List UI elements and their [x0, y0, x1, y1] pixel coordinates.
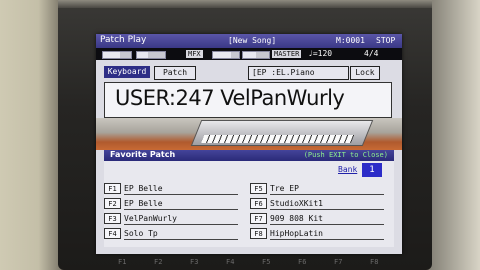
tab-patch[interactable]: Patch — [154, 66, 196, 80]
slot-name: Tre EP — [270, 183, 384, 195]
slot-key: F2 — [104, 198, 121, 209]
lcd-screen: Patch Play [New Song] M:0001 STOP MFX MA… — [96, 34, 402, 254]
level-meter-right — [136, 51, 166, 59]
lock-button[interactable]: Lock — [350, 66, 380, 80]
soft-key-f4[interactable]: F4 — [226, 258, 234, 266]
screen-title: Patch Play — [100, 35, 147, 45]
slot-key: F1 — [104, 183, 121, 194]
slot-name: StudioXKit1 — [270, 198, 384, 210]
patch-name-box[interactable]: USER:247 VelPanWurly — [104, 82, 392, 118]
tab-keyboard[interactable]: Keyboard — [104, 66, 150, 78]
favorite-slot-f2[interactable]: F2 EP Belle — [104, 198, 238, 210]
soft-key-f6[interactable]: F6 — [298, 258, 306, 266]
favorite-slot-f7[interactable]: F7 909 808 Kit — [250, 213, 384, 225]
bank-label: Bank — [338, 165, 358, 174]
slot-name: 909 808 Kit — [270, 213, 384, 225]
slot-key: F6 — [250, 198, 267, 209]
mfx-meter-2 — [242, 51, 270, 59]
category-field[interactable]: [EP :EL.Piano — [248, 66, 349, 80]
mfx-indicator: MFX — [186, 50, 203, 58]
mfx-meter — [212, 51, 240, 59]
slot-name: EP Belle — [124, 183, 238, 195]
slot-name: Solo Tp — [124, 228, 238, 240]
soft-key-f2[interactable]: F2 — [154, 258, 162, 266]
title-bar: Patch Play [New Song] M:0001 STOP — [96, 34, 402, 48]
favorite-title: Favorite Patch — [110, 150, 176, 159]
slot-key: F8 — [250, 228, 267, 239]
master-indicator: MASTER — [272, 50, 302, 58]
soft-key-f7[interactable]: F7 — [334, 258, 342, 266]
keyboard-photo — [96, 118, 402, 150]
favorite-panel: Bank 1 F1 EP Belle F2 EP Belle F3 VelPan… — [104, 161, 394, 247]
slot-name: VelPanWurly — [124, 213, 238, 225]
soft-key-f5[interactable]: F5 — [262, 258, 270, 266]
favorite-slot-f1[interactable]: F1 EP Belle — [104, 183, 238, 195]
tempo-display: ♩=120 — [308, 49, 333, 58]
device-top-edge — [58, 0, 432, 8]
synth-keys-image — [200, 135, 355, 143]
transport-status: STOP — [376, 36, 396, 45]
soft-key-f1[interactable]: F1 — [118, 258, 126, 266]
favorite-slot-f6[interactable]: F6 StudioXKit1 — [250, 198, 384, 210]
slot-key: F5 — [250, 183, 267, 194]
synth-image — [190, 120, 374, 146]
slot-key: F7 — [250, 213, 267, 224]
soft-key-f8[interactable]: F8 — [370, 258, 378, 266]
favorite-slot-f4[interactable]: F4 Solo Tp — [104, 228, 238, 240]
favorite-slot-f3[interactable]: F3 VelPanWurly — [104, 213, 238, 225]
slot-name: EP Belle — [124, 198, 238, 210]
measure-counter: M:0001 — [336, 36, 365, 45]
slot-key: F3 — [104, 213, 121, 224]
bank-selector[interactable]: 1 — [362, 163, 382, 177]
patch-name: USER:247 VelPanWurly — [115, 86, 345, 110]
time-signature: 4/4 — [364, 49, 379, 58]
song-name[interactable]: [New Song] — [228, 36, 276, 45]
soft-key-f3[interactable]: F3 — [190, 258, 198, 266]
favorite-header: Favorite Patch (Push EXIT to Close) — [104, 150, 394, 161]
slot-name: HipHopLatin — [270, 228, 384, 240]
favorite-slot-f5[interactable]: F5 Tre EP — [250, 183, 384, 195]
favorite-slot-f8[interactable]: F8 HipHopLatin — [250, 228, 384, 240]
status-bar: MFX MASTER ♩=120 4/4 — [96, 48, 402, 60]
slot-key: F4 — [104, 228, 121, 239]
level-meter-left — [102, 51, 132, 59]
favorite-hint: (Push EXIT to Close) — [303, 151, 388, 159]
soft-key-strip: F1 F2 F3 F4 F5 F6 F7 F8 — [96, 258, 402, 270]
